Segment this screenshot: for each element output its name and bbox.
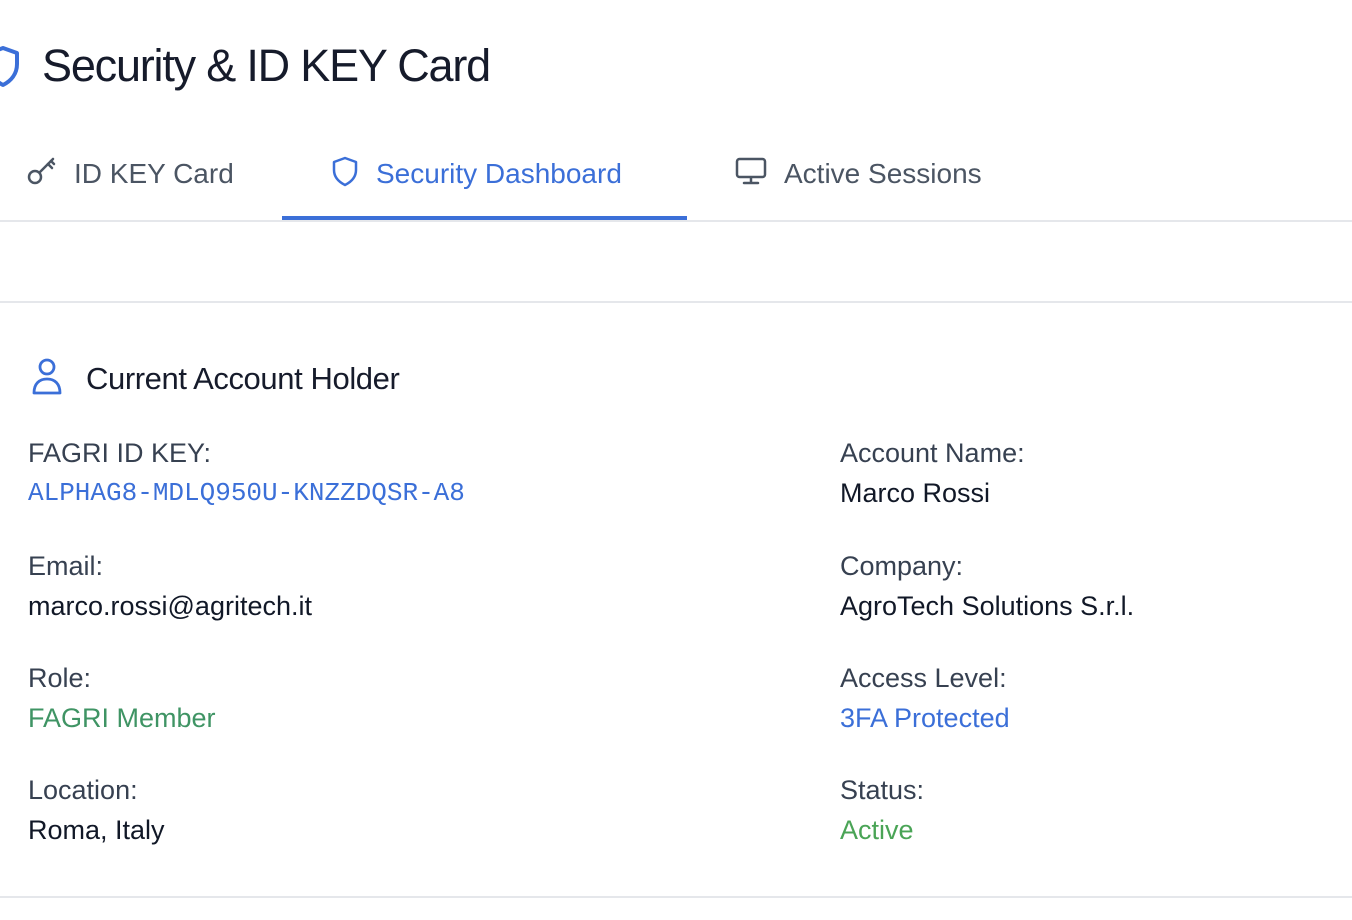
field-label: Location: [28, 775, 138, 805]
email-value: marco.rossi@agritech.it [28, 591, 312, 621]
tab-label: ID KEY Card [74, 158, 234, 189]
tab-active-sessions[interactable]: Active Sessions [734, 130, 982, 218]
field-label: FAGRI ID KEY: [28, 438, 212, 468]
shield-icon [330, 155, 360, 194]
field-location: Location: Roma, Italy [28, 774, 528, 846]
tab-label: Security Dashboard [376, 158, 622, 189]
access-level-value: 3FA Protected [840, 703, 1010, 733]
field-email: Email: marco.rossi@agritech.it [28, 550, 528, 622]
field-label: Role: [28, 663, 92, 693]
tab-label: Active Sessions [784, 158, 982, 189]
section-header: Current Account Holder [30, 356, 400, 401]
location-value: Roma, Italy [28, 815, 165, 845]
account-name-value: Marco Rossi [840, 478, 991, 508]
field-access-level: Access Level: 3FA Protected [840, 662, 1340, 734]
field-label: Email: [28, 551, 104, 581]
tab-security-dashboard[interactable]: Security Dashboard [282, 130, 687, 220]
section-title: Current Account Holder [86, 360, 400, 396]
field-label: Account Name: [840, 438, 1025, 468]
field-label: Access Level: [840, 663, 1007, 693]
field-label: Company: [840, 551, 964, 581]
page-title: Security & ID KEY Card [42, 40, 491, 91]
field-company: Company: AgroTech Solutions S.r.l. [840, 550, 1340, 622]
status-value: Active [840, 815, 914, 845]
company-value: AgroTech Solutions S.r.l. [840, 591, 1135, 621]
field-label: Status: [840, 775, 925, 805]
key-icon [26, 155, 58, 194]
divider [0, 896, 1352, 898]
security-page: Security & ID KEY Card ID KEY Card Secur… [0, 0, 1352, 920]
field-role: Role: FAGRI Member [28, 662, 528, 734]
monitor-icon [734, 156, 768, 193]
user-icon [30, 356, 64, 401]
divider [0, 301, 1352, 303]
tab-id-key-card[interactable]: ID KEY Card [26, 130, 234, 218]
field-status: Status: Active [840, 774, 1340, 846]
shield-icon [0, 44, 20, 88]
tab-bar: ID KEY Card Security Dashboard Active Se… [0, 130, 1352, 222]
id-key-value: ALPHAG8-MDLQ950U-KNZZDQSR-A8 [28, 478, 465, 508]
field-account-name: Account Name: Marco Rossi [840, 437, 1340, 509]
role-value: FAGRI Member [28, 703, 216, 733]
field-id-key: FAGRI ID KEY: ALPHAG8-MDLQ950U-KNZZDQSR-… [28, 437, 528, 509]
